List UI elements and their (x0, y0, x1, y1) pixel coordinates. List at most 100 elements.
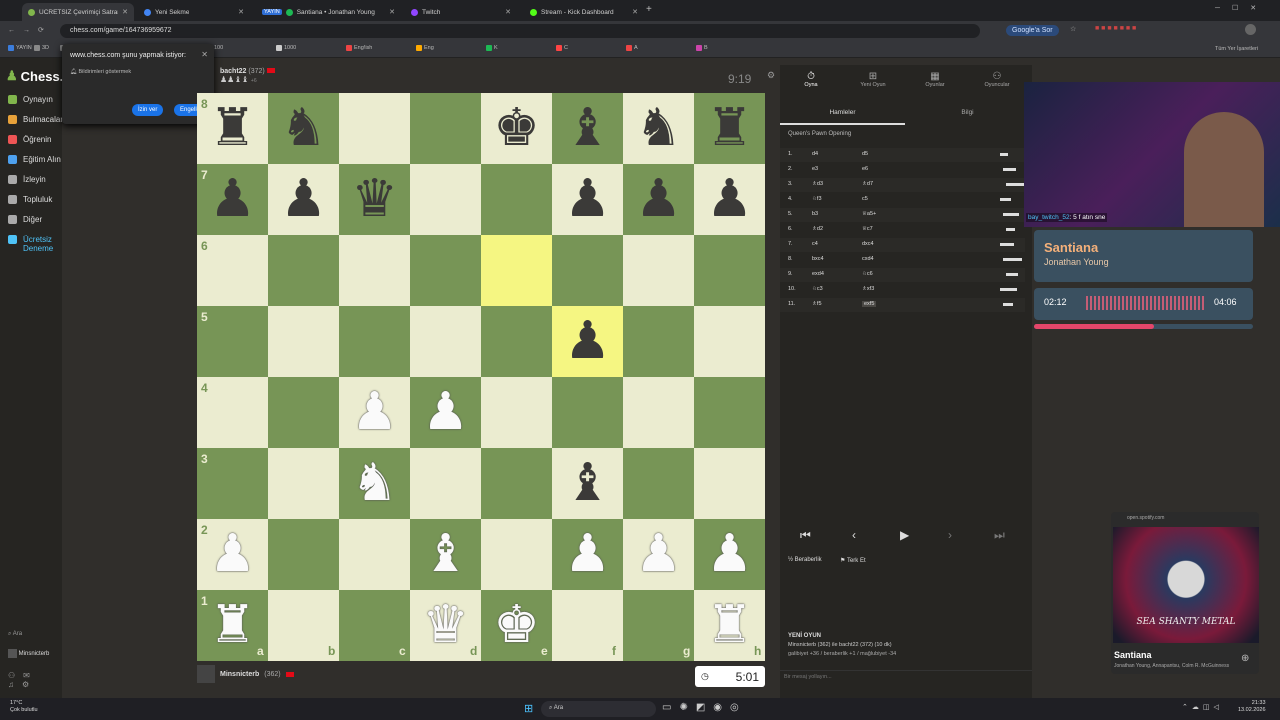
nav-first-button[interactable]: ⏮ (800, 528, 811, 543)
bookmark-item[interactable]: A (626, 45, 638, 51)
move-san[interactable]: c5 (862, 196, 868, 202)
white-pawn-icon[interactable]: ♟ (339, 377, 410, 448)
white-rook-icon[interactable]: ♜ (197, 590, 268, 661)
white-pawn-icon[interactable]: ♟ (197, 519, 268, 590)
square-b2[interactable] (268, 519, 339, 590)
profile-icon[interactable] (1245, 24, 1256, 35)
bookmark-item[interactable]: 1000 (276, 45, 296, 51)
resign-button[interactable]: ⚑ Terk Et (840, 557, 866, 564)
square-h4[interactable] (694, 377, 765, 448)
bookmark-item[interactable]: C (556, 45, 568, 51)
move-san[interactable]: bxc4 (812, 256, 824, 262)
panel-tab[interactable]: ▦ Oyunlar (912, 71, 958, 88)
sidebar-search[interactable]: ⌕ Ara (8, 631, 22, 638)
move-san[interactable]: d4 (812, 151, 818, 157)
url-field[interactable]: chess.com/game/164736959672 (60, 24, 980, 38)
new-tab-button[interactable]: + (646, 4, 652, 15)
sidebar-item[interactable]: Bulmacalar (8, 115, 63, 124)
white-knight-icon[interactable]: ♞ (339, 448, 410, 519)
square-g4[interactable] (623, 377, 694, 448)
square-h5[interactable] (694, 306, 765, 377)
browser-tab[interactable]: Stream - Kick Dashboard ✕ (524, 3, 644, 21)
white-bishop-icon[interactable]: ♝ (410, 519, 481, 590)
ask-google-button[interactable]: Google'a Sor (1006, 25, 1059, 36)
chat-input[interactable]: Bir mesaj yollayın... (780, 670, 1032, 686)
subtab-moves[interactable]: Hamleler (780, 103, 905, 125)
star-icon[interactable]: ☆ (1070, 25, 1076, 33)
bookmark-item[interactable]: YAYIN (8, 45, 32, 51)
tab-close-icon[interactable]: ✕ (632, 8, 638, 16)
bookmark-item[interactable]: Eng!ish (346, 45, 372, 51)
chess-board[interactable]: 8 ♜ ♞ ♚ ♝ ♞ ♜ 7 ♟ ♟ ♛ ♟ ♟ ♟ 6 5 ♟ 4 ♟ ♟ 3 ♞ ♝ 2 ♟ ♝ ♟ ♟ ♟ 1 a ♜ b c d ♛ e ♚ f g… (197, 93, 765, 661)
bottom-player-name[interactable]: Minsnicterb (220, 671, 259, 678)
panel-tab[interactable]: ⊞ Yeni Oyun (850, 71, 896, 88)
black-pawn-icon[interactable]: ♟ (623, 164, 694, 235)
move-san[interactable]: b3 (812, 211, 818, 217)
square-e4[interactable] (481, 377, 552, 448)
subtab-info[interactable]: Bilgi (905, 103, 1030, 125)
move-san[interactable]: exf5 (862, 301, 877, 307)
move-san[interactable]: d5 (862, 151, 868, 157)
settings-gear-icon[interactable]: ⚙ (767, 70, 775, 81)
square-e7[interactable] (481, 164, 552, 235)
black-knight-icon[interactable]: ♞ (268, 93, 339, 164)
white-pawn-icon[interactable]: ♟ (623, 519, 694, 590)
square-b4[interactable] (268, 377, 339, 448)
white-pawn-icon[interactable]: ♟ (694, 519, 765, 590)
black-bishop-icon[interactable]: ♝ (552, 448, 623, 519)
sidebar-user[interactable]: Minsnicterb (8, 649, 49, 658)
square-d3[interactable] (410, 448, 481, 519)
black-queen-icon[interactable]: ♛ (339, 164, 410, 235)
square-b5[interactable] (268, 306, 339, 377)
move-san[interactable]: e3 (812, 166, 818, 172)
square-d8[interactable] (410, 93, 481, 164)
taskbar-search[interactable]: ⌕ Ara (541, 701, 656, 717)
browser-tab[interactable]: Twitch ✕ (405, 3, 517, 21)
nav-next-button[interactable]: › (948, 528, 952, 542)
sidebar-bottom-icons[interactable]: ⚇✉♫⚙ (8, 671, 62, 689)
windows-start-icon[interactable]: ⊞ (524, 702, 533, 715)
nav-buttons[interactable]: ←→⟳ (8, 26, 52, 34)
tab-close-icon[interactable]: ✕ (389, 8, 395, 16)
black-rook-icon[interactable]: ♜ (694, 93, 765, 164)
black-pawn-icon[interactable]: ♟ (552, 164, 623, 235)
panel-tab[interactable]: ⏱ Oyna (788, 71, 834, 88)
browser-tab[interactable]: Yeni Sekme ✕ (138, 3, 250, 21)
sidebar-item[interactable]: Oynayın (8, 95, 53, 104)
nav-last-button[interactable]: ⏭ (994, 528, 1005, 543)
white-queen-icon[interactable]: ♛ (410, 590, 481, 661)
square-g3[interactable] (623, 448, 694, 519)
browser-tab[interactable]: YAYIN Santiana • Jonathan Young ✕ (256, 3, 401, 21)
square-h3[interactable] (694, 448, 765, 519)
square-c8[interactable] (339, 93, 410, 164)
sidebar-item[interactable]: Öğrenin (8, 135, 51, 144)
browser-tab[interactable]: ÜCRETSİZ Çevrimiçi Satranç Oy... ✕ (22, 3, 134, 21)
move-san[interactable]: ♕a5+ (862, 211, 876, 217)
move-san[interactable]: cxd4 (862, 256, 874, 262)
extensions-area[interactable]: ■ ■ ■ ■ ■ ■ ■ (1095, 25, 1136, 32)
square-f4[interactable] (552, 377, 623, 448)
bookmark-item[interactable]: 3D (34, 45, 49, 51)
move-san[interactable]: ♘f3 (812, 196, 822, 202)
add-icon[interactable]: ⊕ (1241, 653, 1249, 664)
white-pawn-icon[interactable]: ♟ (410, 377, 481, 448)
panel-tab[interactable]: ⚇ Oyuncular (974, 71, 1020, 88)
white-king-icon[interactable]: ♚ (481, 590, 552, 661)
nav-play-button[interactable]: ▶ (900, 528, 909, 542)
black-pawn-icon[interactable]: ♟ (197, 164, 268, 235)
move-san[interactable]: ♗f5 (812, 301, 822, 307)
sidebar-item[interactable]: İzleyin (8, 175, 46, 184)
tab-close-icon[interactable]: ✕ (238, 8, 244, 16)
sidebar-item[interactable]: Diğer (8, 215, 42, 224)
move-san[interactable]: e6 (862, 166, 868, 172)
black-rook-icon[interactable]: ♜ (197, 93, 268, 164)
all-bookmarks-link[interactable]: Tüm Yer İşaretleri (1215, 46, 1258, 52)
square-d7[interactable] (410, 164, 481, 235)
black-king-icon[interactable]: ♚ (481, 93, 552, 164)
bookmark-item[interactable]: B (696, 45, 708, 51)
allow-button[interactable]: İzin ver (132, 104, 164, 116)
square-d5[interactable] (410, 306, 481, 377)
square-d6[interactable] (410, 235, 481, 306)
sidebar-item[interactable]: Ücretsiz Deneme (8, 235, 63, 253)
move-san[interactable]: ♗d3 (812, 181, 823, 187)
